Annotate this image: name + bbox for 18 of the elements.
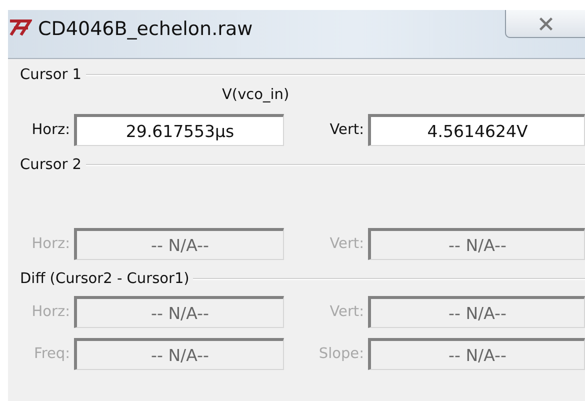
close-icon (538, 16, 554, 30)
field-label: Vert: (328, 122, 365, 138)
group-title: Cursor 1 (19, 67, 82, 83)
field-label: Vert: (328, 236, 365, 252)
field-label: Horz: (30, 304, 71, 320)
field-label: Horz: (30, 122, 71, 138)
group-title: Cursor 2 (19, 157, 82, 173)
close-button[interactable] (505, 10, 585, 38)
value-field[interactable]: 4.5614624V (368, 114, 585, 146)
field-label: Slope: (318, 346, 365, 362)
logo-icon (8, 18, 32, 38)
window-title: CD4046B_echelon.raw (38, 18, 254, 40)
signal-name: V(vco_in) (221, 87, 290, 105)
field-label: Horz: (30, 236, 71, 252)
value-field[interactable]: 29.617553µs (74, 114, 284, 146)
field-label: Freq: (33, 346, 71, 362)
field-label: Vert: (328, 304, 365, 320)
group-title: Diff (Cursor2 - Cursor1) (19, 271, 190, 287)
